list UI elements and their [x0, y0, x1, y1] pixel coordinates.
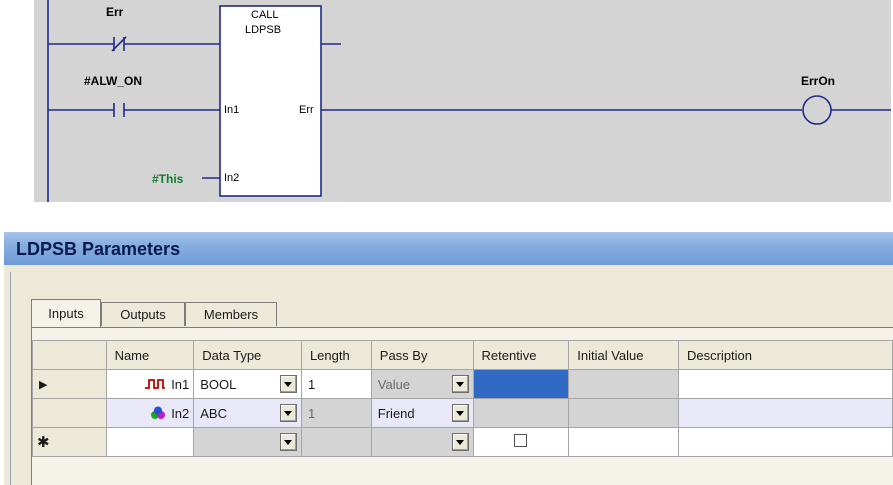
description-cell[interactable]	[677, 369, 893, 399]
grid-header-row: Name Data Type Length Pass By Retentive …	[32, 340, 893, 370]
chevron-down-icon[interactable]	[451, 433, 469, 451]
pass-by-cell[interactable]	[370, 427, 474, 457]
name-cell[interactable]	[105, 427, 195, 457]
dialog-title: LDPSB Parameters	[16, 239, 181, 259]
initial-value-cell[interactable]	[568, 369, 679, 399]
block-in1-pin: In1	[224, 104, 240, 116]
data-type-value: ABC	[200, 405, 227, 421]
length-cell[interactable]: 1	[300, 398, 372, 428]
pass-by-cell[interactable]: Value	[370, 369, 474, 399]
column-header-description[interactable]: Description	[677, 340, 893, 370]
length-value: 1	[307, 405, 316, 421]
column-header-length[interactable]: Length	[300, 340, 372, 370]
coil-erron	[802, 95, 832, 125]
contact-err-label: Err	[106, 5, 124, 19]
data-type-cell[interactable]: BOOL	[193, 369, 302, 399]
block-call-label: CALL	[251, 9, 279, 21]
data-type-value: BOOL	[200, 376, 237, 392]
retentive-cell[interactable]	[472, 369, 570, 399]
retentive-cell[interactable]	[472, 398, 570, 428]
parameter-grid: Name Data Type Length Pass By Retentive …	[32, 340, 893, 457]
description-cell[interactable]	[677, 427, 893, 457]
coil-erron-label: ErrOn	[801, 74, 836, 88]
name-cell[interactable]: In1	[105, 369, 195, 399]
pass-by-cell[interactable]: Friend	[370, 398, 474, 428]
tab-members[interactable]: Members	[185, 302, 277, 326]
column-header-data-type[interactable]: Data Type	[193, 340, 302, 370]
length-cell[interactable]: 1	[300, 369, 372, 399]
name-cell[interactable]: In2	[105, 398, 195, 428]
column-header-name[interactable]: Name	[105, 340, 195, 370]
table-row[interactable]: ▶ In1 BOOL 1 Value	[32, 369, 893, 399]
chevron-down-icon[interactable]	[279, 404, 297, 422]
initial-value-cell[interactable]	[568, 398, 679, 428]
tab-inputs[interactable]: Inputs	[31, 299, 101, 327]
ladder-diagram: Err #ALW_ON CALL LDPSB In1 Err In2 #This…	[34, 0, 891, 202]
contact-alwon-label: #ALW_ON	[84, 74, 143, 88]
param-name: In2	[171, 405, 190, 421]
retentive-cell[interactable]	[472, 427, 570, 457]
retentive-checkbox[interactable]	[514, 434, 528, 447]
chevron-down-icon[interactable]	[451, 404, 469, 422]
length-value: 1	[307, 376, 316, 392]
column-header-initial-value[interactable]: Initial Value	[568, 340, 679, 370]
block-err-pin: Err	[299, 104, 314, 116]
in2-operand-label: #This	[152, 172, 184, 186]
tab-outputs[interactable]: Outputs	[101, 302, 185, 326]
structure-icon	[151, 406, 166, 419]
row-header-corner	[32, 340, 107, 370]
row-current-marker[interactable]: ▶	[32, 369, 107, 399]
param-name: In1	[171, 376, 190, 392]
initial-value-cell[interactable]	[568, 427, 679, 457]
column-header-retentive[interactable]: Retentive	[472, 340, 570, 370]
table-row[interactable]: In2 ABC 1 Friend	[32, 398, 893, 428]
table-row-new[interactable]: ✱	[32, 427, 893, 457]
pass-by-value: Friend	[377, 405, 415, 421]
pass-by-value: Value	[377, 376, 411, 392]
data-type-cell[interactable]: ABC	[193, 398, 302, 428]
block-in2-pin: In2	[224, 172, 240, 184]
chevron-down-icon[interactable]	[279, 433, 297, 451]
row-header[interactable]	[32, 398, 107, 428]
column-header-pass-by[interactable]: Pass By	[370, 340, 474, 370]
pulse-icon	[145, 379, 166, 389]
block-name-label: LDPSB	[245, 24, 282, 36]
new-row-marker[interactable]: ✱	[32, 427, 107, 457]
description-cell[interactable]	[677, 398, 893, 428]
chevron-down-icon[interactable]	[279, 375, 297, 393]
data-type-cell[interactable]	[193, 427, 302, 457]
dialog-titlebar[interactable]: LDPSB Parameters	[4, 232, 893, 265]
length-cell[interactable]	[300, 427, 372, 457]
chevron-down-icon[interactable]	[451, 375, 469, 393]
